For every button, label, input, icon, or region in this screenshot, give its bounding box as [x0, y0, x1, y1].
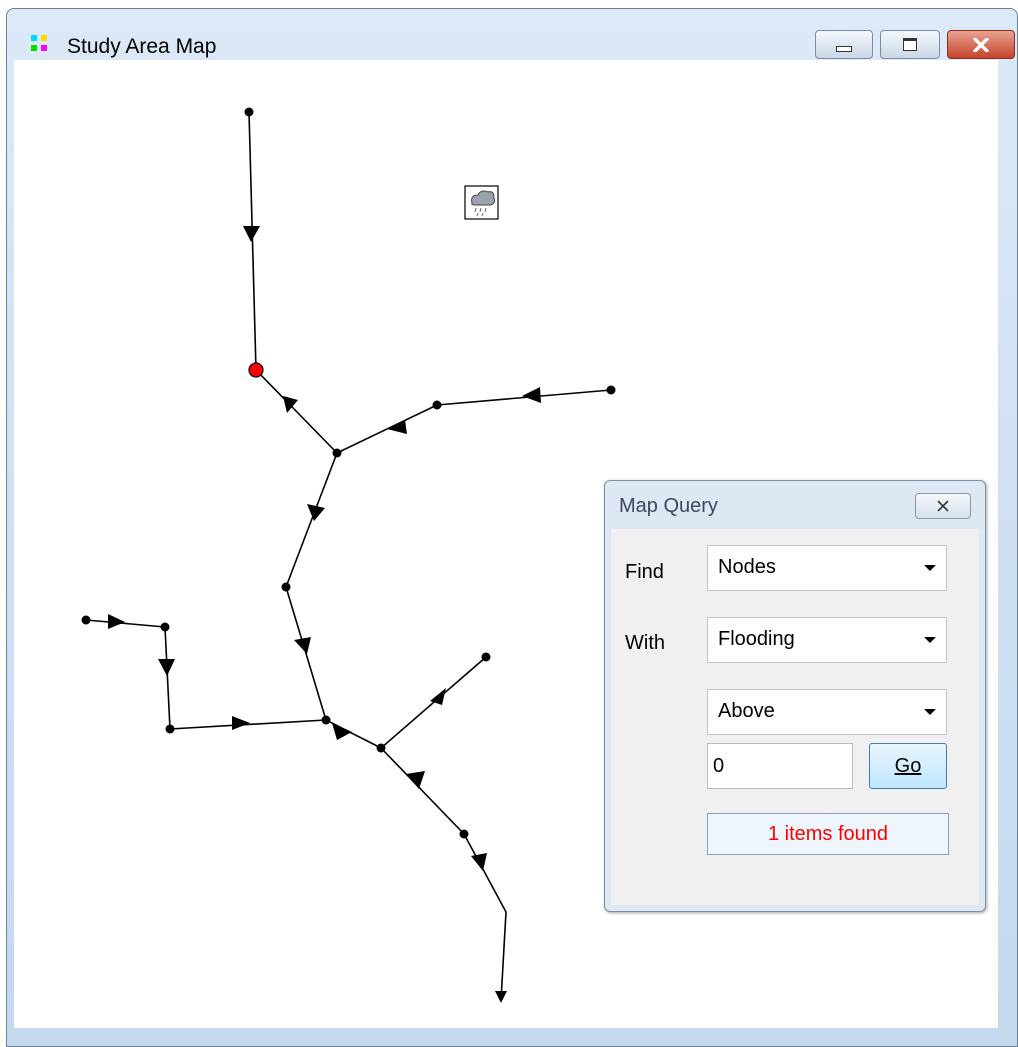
condition-select-value: Above	[718, 700, 775, 722]
junction-node[interactable]	[244, 107, 254, 117]
flow-arrow-icon	[294, 637, 311, 654]
junction-node[interactable]	[432, 400, 442, 410]
conduit-link[interactable]	[85, 619, 166, 628]
chevron-down-icon	[924, 709, 936, 715]
flow-arrow-icon	[307, 504, 325, 521]
with-label: With	[625, 632, 665, 654]
conduit-link[interactable]	[285, 452, 338, 588]
conduit-link[interactable]	[164, 626, 171, 730]
map-app-icon[interactable]	[31, 35, 49, 53]
maximize-button[interactable]	[880, 30, 940, 59]
with-select-value: Flooding	[718, 628, 795, 650]
junction-node[interactable]	[81, 615, 91, 625]
conduit-link[interactable]	[285, 586, 327, 721]
close-button[interactable]	[947, 30, 1015, 59]
value-input[interactable]	[707, 743, 853, 789]
title-bar[interactable]: Study Area Map	[7, 9, 1017, 67]
go-button[interactable]: Go	[869, 743, 947, 789]
find-label: Find	[625, 561, 664, 583]
window-title: Study Area Map	[67, 35, 217, 58]
flow-arrow-icon	[158, 659, 175, 676]
status-text: 1 items found	[707, 813, 949, 855]
junction-node[interactable]	[459, 829, 469, 839]
flow-arrow-icon	[243, 226, 260, 242]
close-icon	[937, 500, 949, 512]
conduit-link[interactable]	[436, 389, 612, 406]
flow-arrow-icon	[471, 853, 487, 871]
find-select[interactable]: Nodes	[707, 545, 947, 591]
rain-cloud-icon[interactable]	[464, 185, 499, 220]
condition-select[interactable]: Above	[707, 689, 947, 735]
minimize-button[interactable]	[815, 30, 873, 59]
flow-arrow-icon	[232, 716, 250, 730]
conduit-link[interactable]	[380, 747, 465, 835]
junction-node[interactable]	[160, 622, 170, 632]
conduit-link[interactable]	[255, 369, 338, 454]
find-select-value: Nodes	[718, 556, 776, 578]
go-button-label: Go	[894, 754, 922, 777]
junction-node[interactable]	[376, 743, 386, 753]
maximize-icon	[903, 38, 917, 51]
conduit-link[interactable]	[248, 111, 257, 371]
dialog-close-button[interactable]	[915, 493, 971, 519]
map-query-dialog: Map Query Find Nodes With Flooding Above…	[604, 480, 986, 912]
chevron-down-icon	[924, 565, 936, 571]
junction-node[interactable]	[281, 582, 291, 592]
flow-arrow-icon	[332, 723, 352, 740]
junction-node[interactable]	[332, 448, 342, 458]
dialog-title: Map Query	[619, 495, 718, 517]
dialog-body: Find Nodes With Flooding Above Go 1 item…	[611, 529, 979, 905]
junction-node[interactable]	[606, 385, 616, 395]
conduit-link[interactable]	[380, 656, 487, 749]
flow-arrow-icon	[108, 614, 125, 629]
with-select[interactable]: Flooding	[707, 617, 947, 663]
close-icon	[973, 37, 989, 52]
flow-arrow-icon	[406, 771, 425, 789]
flow-arrow-icon	[522, 387, 541, 403]
selected-flooded-node[interactable]	[248, 362, 264, 378]
minimize-icon	[836, 45, 852, 52]
flow-arrow-icon	[495, 991, 507, 1003]
junction-node[interactable]	[165, 724, 175, 734]
junction-node[interactable]	[321, 715, 331, 725]
chevron-down-icon	[924, 637, 936, 643]
conduit-link[interactable]	[169, 719, 327, 730]
junction-node[interactable]	[481, 652, 491, 662]
